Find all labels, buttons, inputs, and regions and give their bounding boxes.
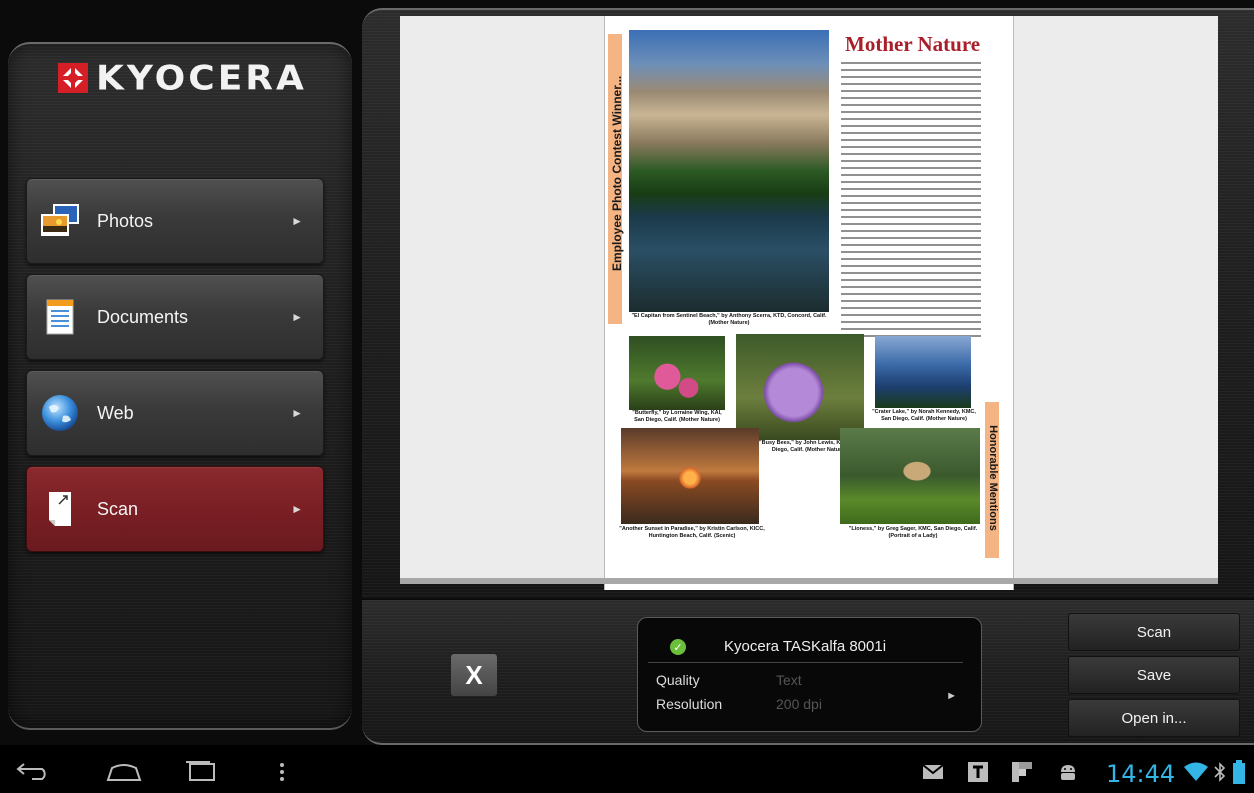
- photo-bees: [736, 334, 864, 440]
- photo-lioness: [840, 428, 980, 524]
- side-heading: Employee Photo Contest Winner...: [610, 75, 624, 271]
- notification-t-icon: [968, 762, 988, 787]
- home-icon[interactable]: [104, 762, 144, 787]
- menu-icon[interactable]: [278, 762, 286, 787]
- android-icon: [1058, 762, 1078, 787]
- kyocera-logo-mark-icon: [58, 63, 88, 93]
- kyocera-logo: KYOCERA: [58, 56, 307, 100]
- chevron-right-icon: ►: [291, 310, 303, 324]
- email-icon: [922, 764, 944, 785]
- clock: 14:44: [1106, 760, 1176, 788]
- back-icon[interactable]: [14, 760, 52, 785]
- caption-butterfly: "Butterfly," by Lorraine Wing, KAI, San …: [632, 410, 722, 423]
- close-button[interactable]: X: [450, 653, 498, 697]
- sidebar-item-label: Photos: [97, 210, 154, 231]
- photo-sunset: [621, 428, 759, 524]
- chevron-right-icon: ►: [291, 214, 303, 228]
- caption-crater: "Crater Lake," by Norah Kennedy, KMC, Sa…: [872, 409, 976, 422]
- scan-icon: [37, 486, 83, 532]
- sidebar-item-photos[interactable]: Photos ►: [26, 178, 324, 264]
- article-text: [841, 62, 981, 342]
- caption-lioness: "Lioness," by Greg Sager, KMC, San Diego…: [848, 526, 978, 539]
- resolution-value: 200 dpi: [776, 696, 822, 712]
- bluetooth-icon: [1214, 762, 1226, 787]
- photo-el-capitan: [629, 30, 829, 312]
- caption-main: "El Capitan from Sentinel Beach," by Ant…: [631, 313, 827, 326]
- wifi-icon: [1184, 762, 1208, 787]
- divider: [648, 662, 963, 663]
- globe-icon: [37, 390, 83, 436]
- photo-crater-lake: [875, 336, 971, 408]
- scanned-page: Employee Photo Contest Winner... "El Cap…: [604, 16, 1014, 590]
- sidebar-item-label: Documents: [97, 306, 189, 327]
- article-title: Mother Nature: [845, 32, 981, 56]
- scan-preview[interactable]: Employee Photo Contest Winner... "El Cap…: [400, 16, 1218, 590]
- printer-name: Kyocera TASKalfa 8001i: [724, 638, 887, 655]
- check-icon: ✓: [670, 639, 686, 655]
- scan-button[interactable]: Scan: [1068, 613, 1240, 651]
- chevron-right-icon: ►: [291, 502, 303, 516]
- photo-butterfly: [629, 336, 725, 410]
- save-button[interactable]: Save: [1068, 656, 1240, 694]
- open-in-button[interactable]: Open in...: [1068, 699, 1240, 737]
- printer-settings-panel[interactable]: ✓ Kyocera TASKalfa 8001i Quality Text Re…: [637, 617, 982, 732]
- flipboard-icon: [1012, 762, 1032, 787]
- chevron-right-icon: ►: [291, 406, 303, 420]
- battery-icon: [1232, 760, 1246, 789]
- sidebar-item-label: Web: [97, 402, 134, 423]
- kyocera-logo-text: KYOCERA: [96, 58, 307, 98]
- photos-icon: [37, 198, 83, 244]
- sidebar-item-web[interactable]: Web ►: [26, 370, 324, 456]
- sidebar-item-scan[interactable]: Scan ►: [26, 466, 324, 552]
- quality-value: Text: [776, 672, 802, 688]
- sidebar-item-label: Scan: [97, 498, 139, 519]
- preview-bottom-edge: [400, 578, 1218, 584]
- caption-sunset: "Another Sunset in Paradise," by Kristin…: [619, 526, 765, 539]
- chevron-right-icon[interactable]: ►: [946, 690, 957, 702]
- honorable-heading: Honorable Mentions: [987, 425, 999, 531]
- resolution-label: Resolution: [656, 696, 723, 712]
- quality-label: Quality: [656, 672, 700, 688]
- recent-apps-icon[interactable]: [184, 760, 218, 787]
- sidebar-item-documents[interactable]: Documents ►: [26, 274, 324, 360]
- documents-icon: [37, 294, 83, 340]
